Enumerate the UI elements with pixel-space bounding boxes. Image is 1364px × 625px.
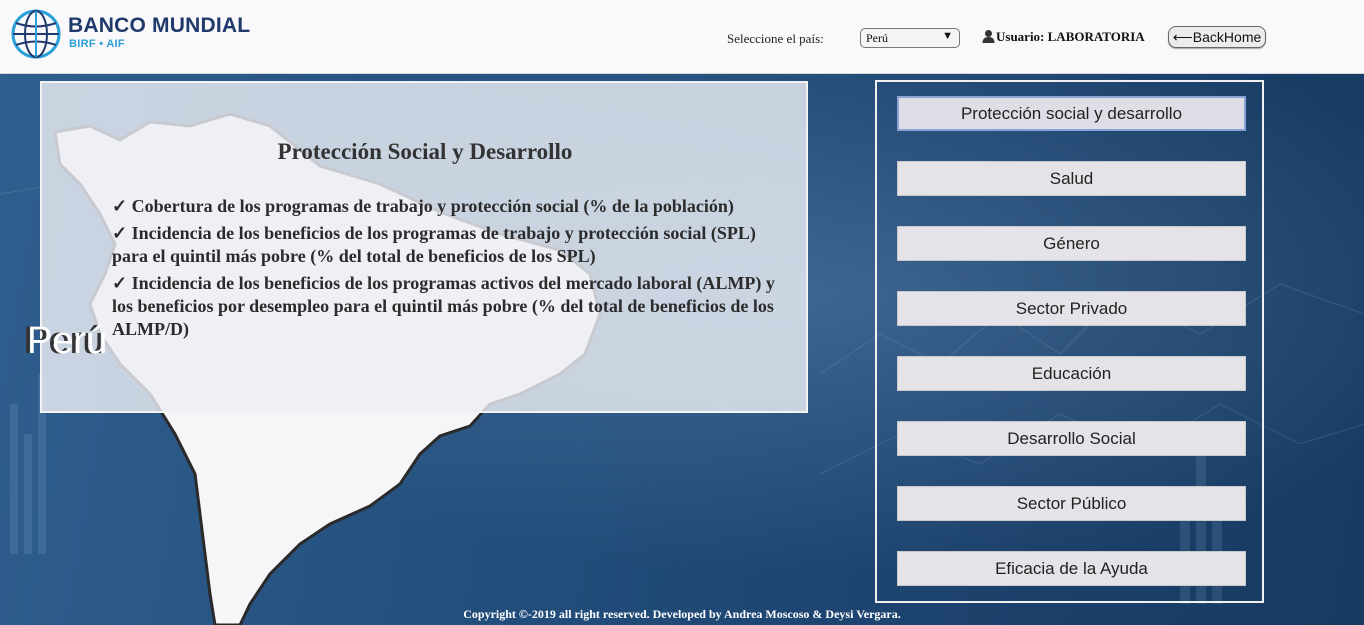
- nav-button-educacion[interactable]: Educación: [897, 356, 1246, 391]
- country-select-value: Perú: [866, 31, 888, 45]
- country-overlay-label: Perú: [27, 320, 108, 362]
- globe-logo-icon: [11, 9, 61, 59]
- footer-copyright: Copyright ©-2019 all right reserved. Dev…: [463, 607, 901, 621]
- indicator-item: ✓ Incidencia de los beneficios de los pr…: [112, 223, 756, 266]
- nav-button-salud[interactable]: Salud: [897, 161, 1246, 196]
- info-panel: Protección Social y Desarrollo ✓ Cobertu…: [40, 81, 808, 413]
- nav-button-desarrollo-social[interactable]: Desarrollo Social: [897, 421, 1246, 456]
- dropdown-arrow-icon: ▼: [942, 30, 953, 42]
- indicator-item: ✓ Cobertura de los programas de trabajo …: [112, 196, 734, 216]
- logo-subtitle: BIRF • AIF: [69, 38, 125, 50]
- backhome-label: BackHome: [1192, 29, 1262, 45]
- country-select-label: Seleccione el país:: [727, 31, 824, 46]
- user-label: Usuario: LABORATORIA: [996, 29, 1145, 44]
- logo-name: BANCO MUNDIAL: [68, 14, 251, 37]
- main-content: Protección Social y Desarrollo ✓ Cobertu…: [0, 74, 1364, 625]
- user-icon: [982, 30, 995, 43]
- category-nav-panel: Protección social y desarrollo Salud Gén…: [875, 80, 1264, 603]
- backhome-button[interactable]: ⟵BackHome: [1168, 26, 1266, 48]
- country-select[interactable]: Perú ▼: [860, 28, 960, 48]
- info-title: Protección Social y Desarrollo: [277, 139, 573, 164]
- nav-button-eficacia-ayuda[interactable]: Eficacia de la Ayuda: [897, 551, 1246, 586]
- top-header: BANCO MUNDIAL BIRF • AIF Seleccione el p…: [0, 0, 1364, 74]
- nav-button-sector-publico[interactable]: Sector Público: [897, 486, 1246, 521]
- nav-button-sector-privado[interactable]: Sector Privado: [897, 291, 1246, 326]
- indicator-item: ✓ Incidencia de los beneficios de los pr…: [112, 273, 775, 339]
- user-info: Usuario: LABORATORIA: [982, 29, 1145, 45]
- nav-button-proteccion-social[interactable]: Protección social y desarrollo: [897, 96, 1246, 131]
- world-bank-logo[interactable]: BANCO MUNDIAL BIRF • AIF: [10, 8, 270, 60]
- nav-button-genero[interactable]: Género: [897, 226, 1246, 261]
- back-arrow-icon: ⟵: [1172, 29, 1193, 45]
- indicator-list: ✓ Cobertura de los programas de trabajo …: [112, 195, 782, 345]
